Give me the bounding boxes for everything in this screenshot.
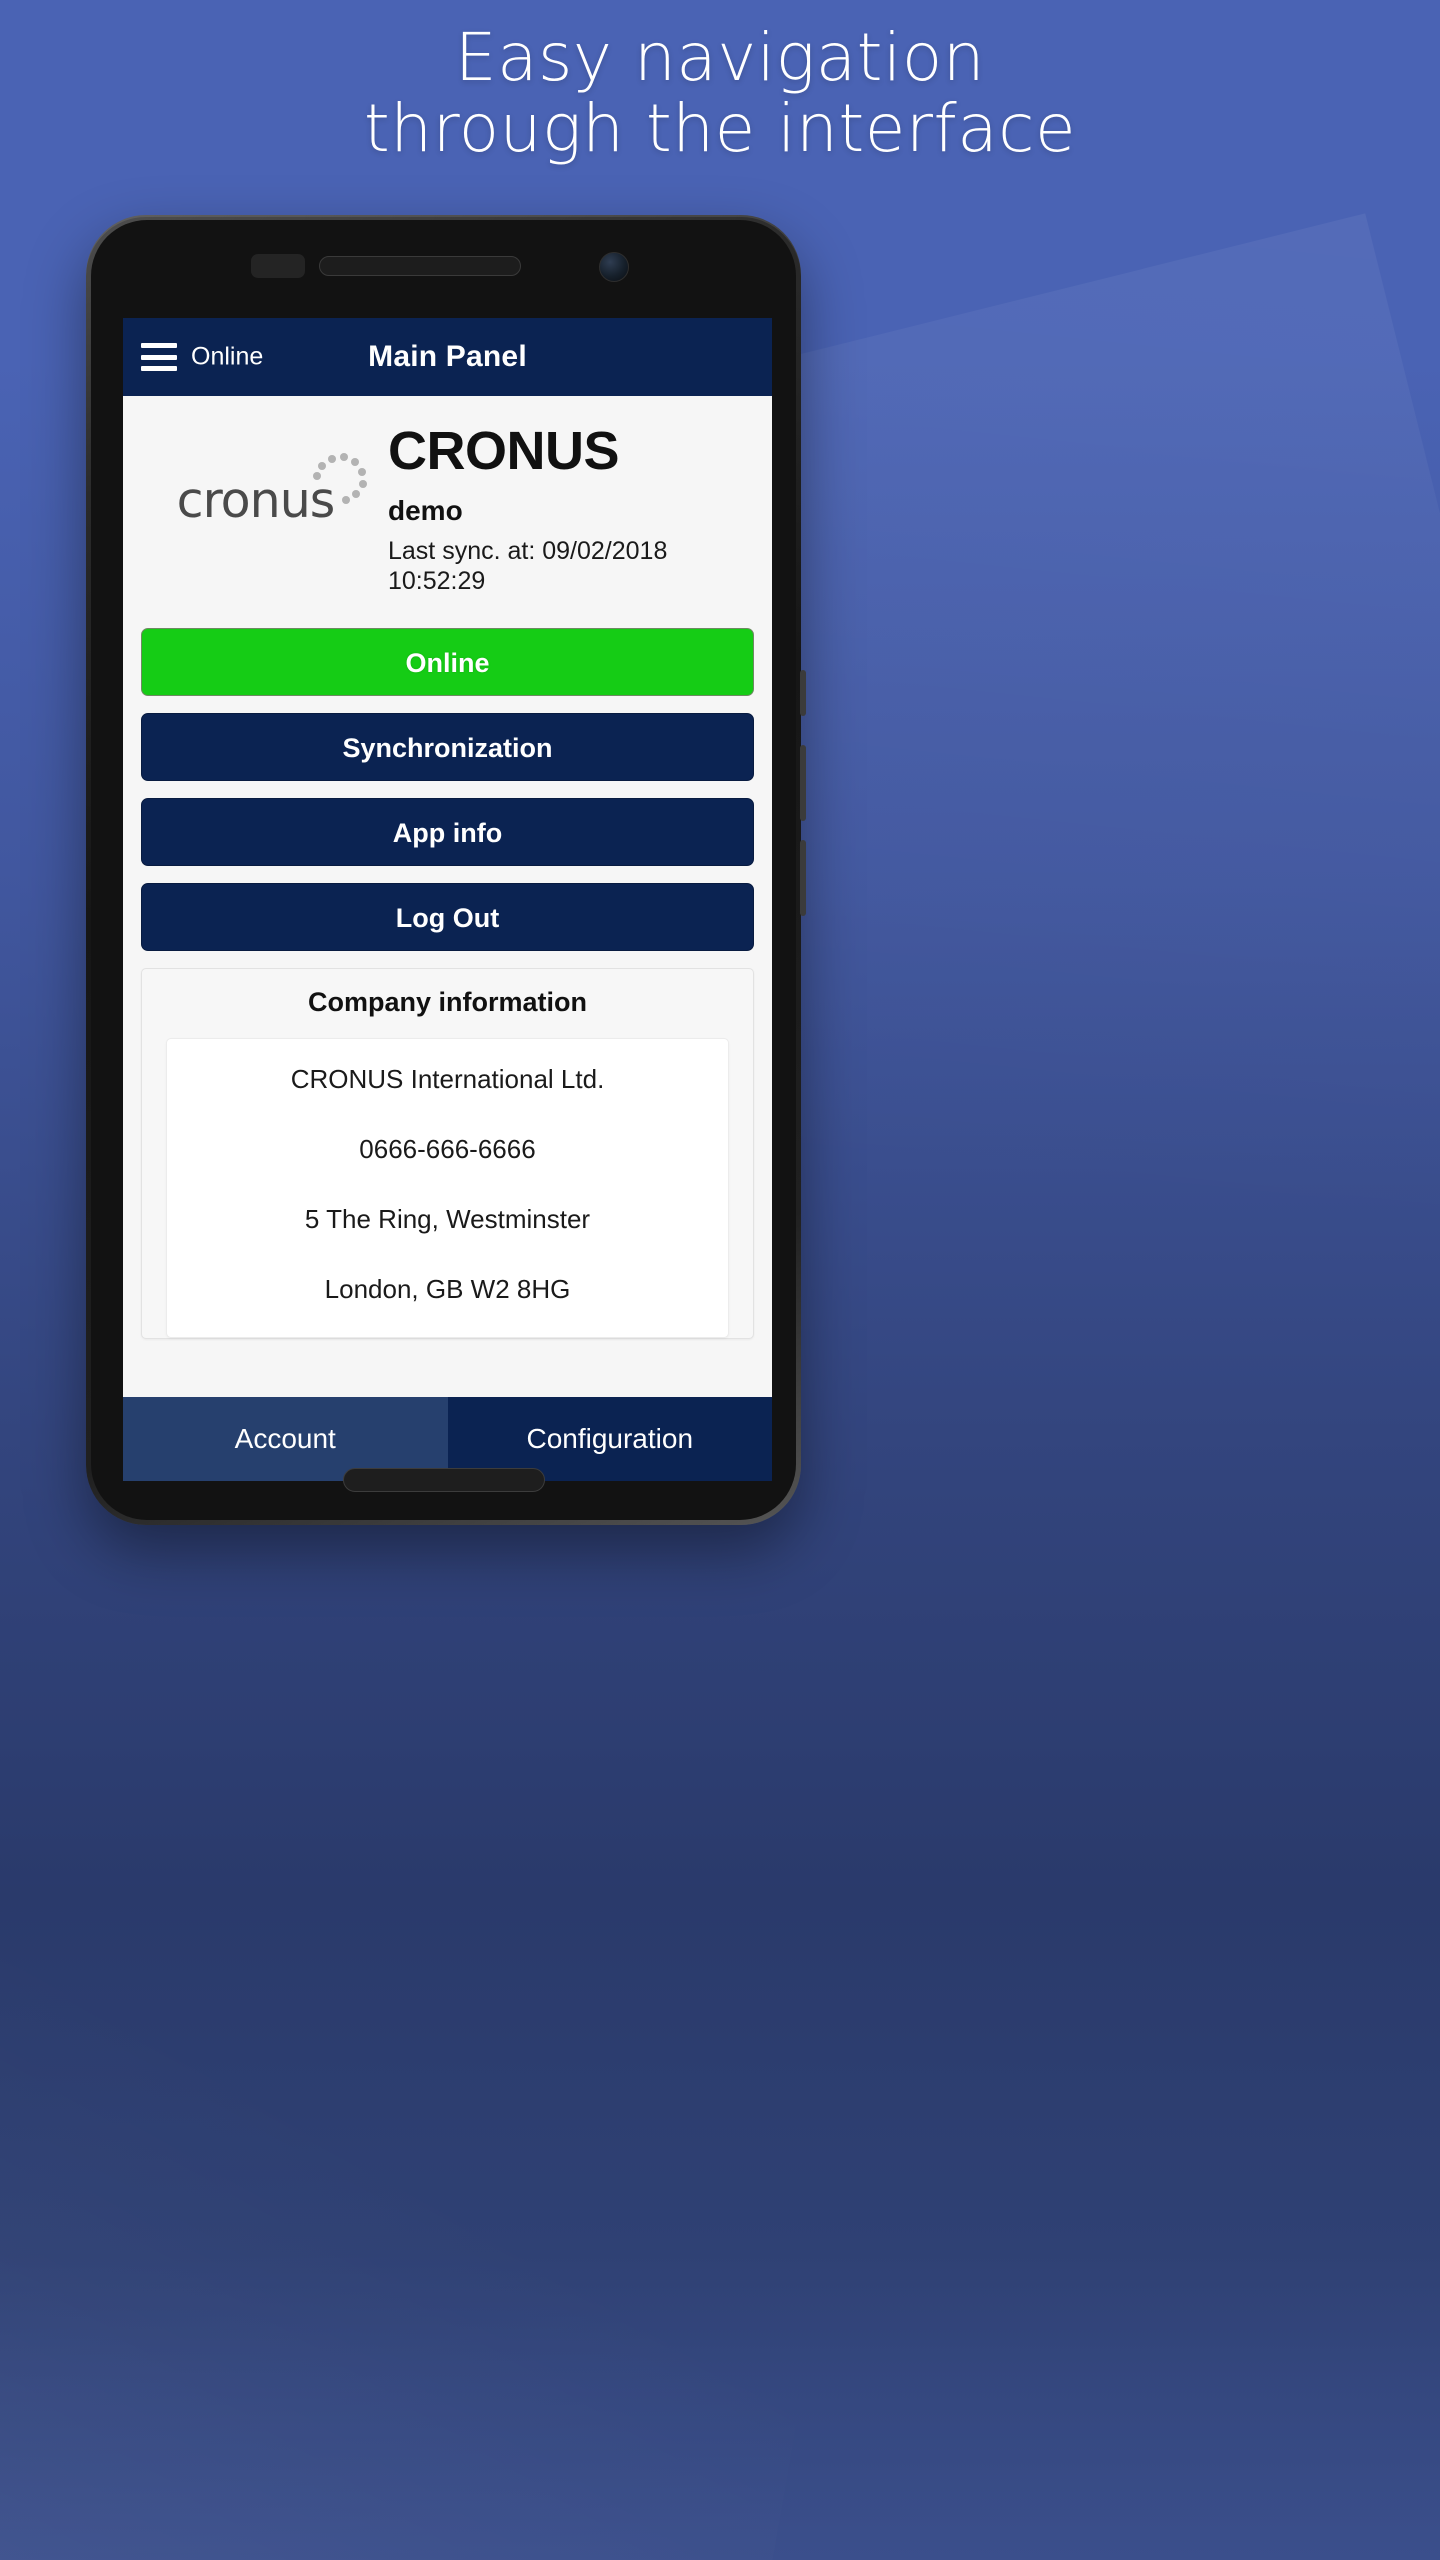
company-information-card: Company information CRONUS International… — [141, 968, 754, 1339]
phone-top-hardware — [91, 250, 796, 282]
earpiece-speaker-icon — [319, 256, 521, 276]
company-city-postcode: London, GB W2 8HG — [324, 1273, 571, 1304]
last-sync-label: Last sync. at: 09/02/2018 10:52:29 — [388, 537, 668, 595]
hamburger-bar — [141, 366, 177, 371]
company-name-heading: CRONUS — [388, 421, 620, 481]
phone-body: Online Main Panel cronus CRONUS demo Las… — [91, 220, 796, 1520]
action-button-stack: Online Synchronization App info Log Out — [123, 624, 772, 951]
hamburger-icon[interactable] — [141, 343, 177, 371]
environment-label: demo — [388, 495, 463, 527]
background-light-wedge-lower — [0, 1830, 871, 2560]
company-phone: 0666-666-6666 — [359, 1133, 536, 1164]
company-street-address: 5 The Ring, Westminster — [304, 1203, 591, 1234]
company-legal-name: CRONUS International Ltd. — [290, 1064, 605, 1094]
front-camera-icon — [599, 252, 629, 282]
app-info-button[interactable]: App info — [141, 798, 754, 866]
phone-home-button — [342, 1468, 545, 1492]
dotted-arc-icon — [308, 450, 368, 510]
promo-screenshot: Easy navigation through the interface On… — [0, 0, 1440, 2560]
screen-content: cronus CRONUS demo Last sync. at: 09/02/… — [123, 396, 772, 1397]
phone-side-button-middle — [800, 745, 806, 821]
promo-headline-line1: Easy navigation — [454, 19, 986, 96]
online-button[interactable]: Online — [141, 628, 754, 696]
connection-status-label: Online — [191, 342, 264, 371]
cronus-logo: cronus — [123, 424, 388, 525]
phone-side-button-bottom — [800, 840, 806, 916]
promo-headline: Easy navigation through the interface — [0, 22, 1440, 165]
brand-text-block: CRONUS demo Last sync. at: 09/02/2018 10… — [388, 421, 772, 596]
app-bar: Online Main Panel — [123, 318, 772, 396]
company-information-title: Company information — [307, 987, 587, 1017]
synchronization-button[interactable]: Synchronization — [141, 713, 754, 781]
hamburger-bar — [141, 343, 177, 348]
log-out-button[interactable]: Log Out — [141, 883, 754, 951]
app-screen: Online Main Panel cronus CRONUS demo Las… — [123, 318, 772, 1481]
phone-mockup: Online Main Panel cronus CRONUS demo Las… — [86, 215, 806, 1525]
company-details-panel: CRONUS International Ltd. 0666-666-6666 … — [166, 1038, 729, 1338]
brand-block: cronus CRONUS demo Last sync. at: 09/02/… — [123, 396, 772, 624]
phone-side-button-top — [800, 670, 806, 716]
proximity-sensor-icon — [251, 254, 305, 278]
promo-headline-line2: through the interface — [363, 90, 1077, 168]
hamburger-bar — [141, 354, 177, 360]
